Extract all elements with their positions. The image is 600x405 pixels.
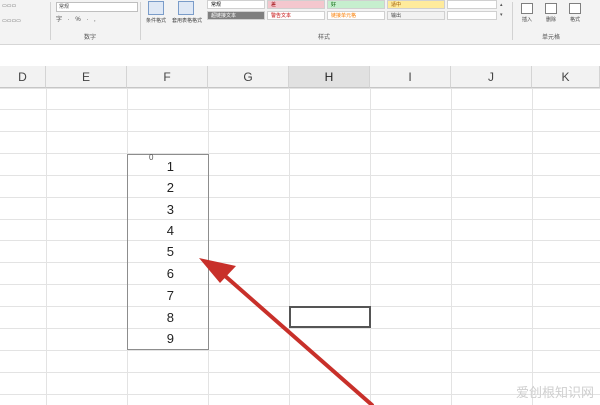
watermark: 爱创根知识网 xyxy=(515,385,594,400)
annotation-arrow-icon xyxy=(199,258,374,405)
arrow-shaft xyxy=(214,266,374,405)
